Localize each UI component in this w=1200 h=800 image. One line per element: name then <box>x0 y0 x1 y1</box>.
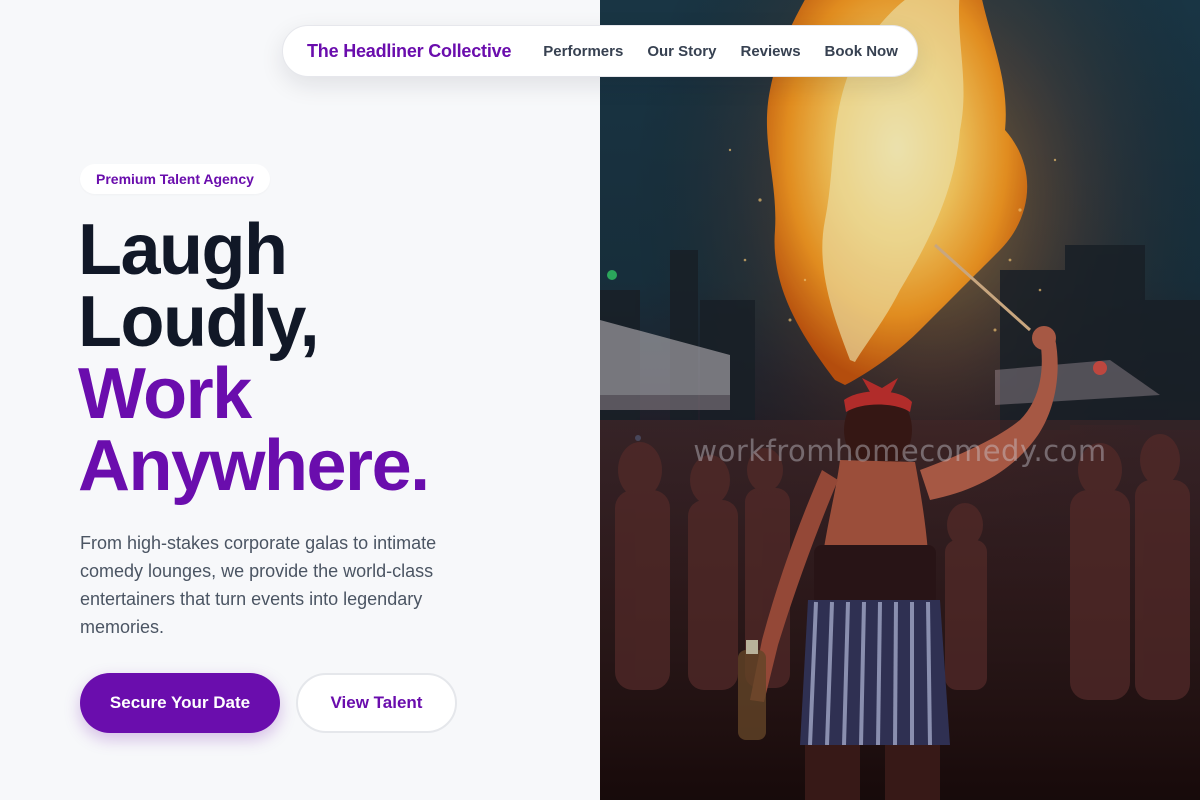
headline-line-2: Loudly, <box>78 282 320 362</box>
nav-link-book-now[interactable]: Book Now <box>825 43 898 60</box>
view-talent-button[interactable]: View Talent <box>296 673 457 733</box>
headline-line-1: Laugh <box>78 210 288 290</box>
secure-your-date-button[interactable]: Secure Your Date <box>80 673 280 733</box>
headline-line-4: Anywhere. <box>78 426 430 506</box>
image-watermark: workfromhomecomedy.com <box>693 434 1107 468</box>
brand-logo[interactable]: The Headliner Collective <box>307 41 511 62</box>
nav-links: Performers Our Story Reviews Book Now <box>543 43 898 60</box>
hero-image: workfromhomecomedy.com <box>600 0 1200 800</box>
nav-link-our-story[interactable]: Our Story <box>647 43 716 60</box>
hero-description: From high-stakes corporate galas to inti… <box>80 533 437 637</box>
nav-link-performers[interactable]: Performers <box>543 43 623 60</box>
hero-headline: Laugh Loudly, Work Anywhere. <box>78 210 430 506</box>
nav-link-reviews[interactable]: Reviews <box>741 43 801 60</box>
top-navigation: The Headliner Collective Performers Our … <box>282 25 918 77</box>
hero-badge: Premium Talent Agency <box>80 164 270 194</box>
headline-line-3: Work <box>78 354 252 434</box>
